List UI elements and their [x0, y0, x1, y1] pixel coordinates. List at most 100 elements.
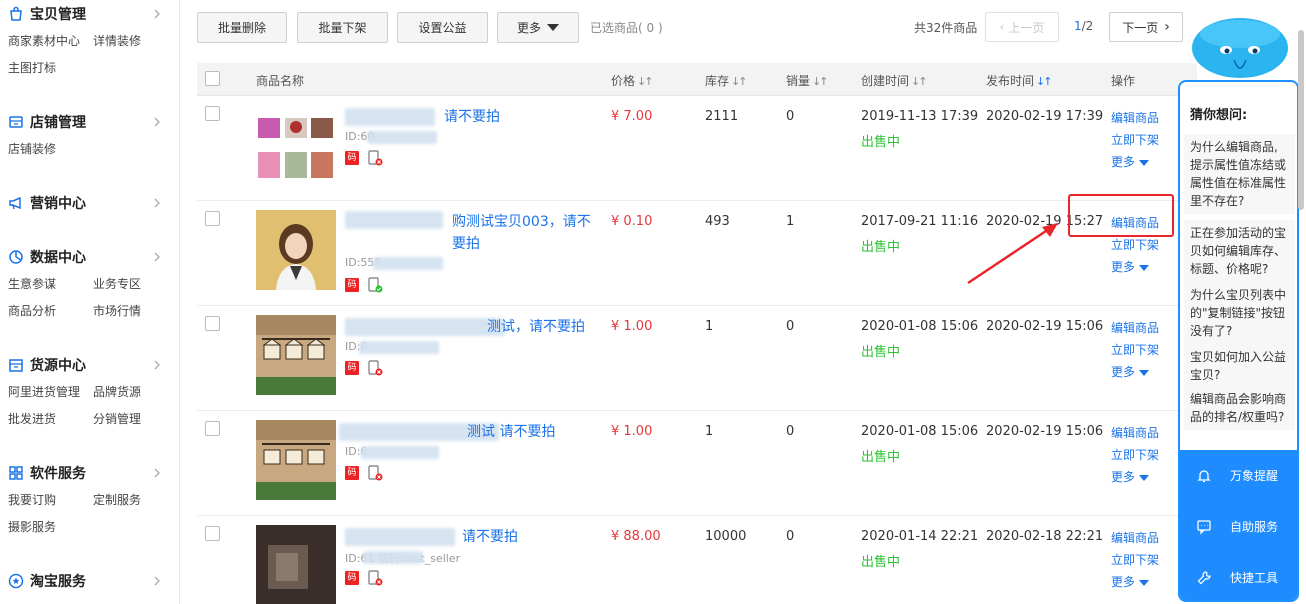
row-more-dropdown[interactable]: 更多	[1111, 573, 1150, 590]
sidebar-item-distribution[interactable]: 分销管理	[93, 406, 178, 433]
help-question[interactable]: 宝贝如何加入公益宝贝?	[1184, 344, 1295, 388]
col-published[interactable]: 发布时间 ↓↑	[986, 72, 1053, 89]
shopping-bag-icon	[8, 6, 24, 22]
row-more-dropdown[interactable]: 更多	[1111, 468, 1150, 485]
product-name-link[interactable]: 请不要拍	[462, 526, 712, 548]
status-badge: 出售中	[861, 135, 901, 150]
offshelf-link[interactable]: 立即下架	[1111, 446, 1159, 463]
sidebar-section-header[interactable]: 淘宝服务	[0, 567, 179, 595]
sidebar-section-header[interactable]: 店铺管理	[0, 108, 179, 136]
col-price-label: 价格	[611, 74, 636, 88]
edit-product-link[interactable]: 编辑商品	[1111, 424, 1159, 441]
sidebar-item-market-trend[interactable]: 市场行情	[93, 298, 178, 325]
offshelf-link[interactable]: 立即下架	[1111, 236, 1159, 253]
row-checkbox[interactable]	[205, 421, 220, 436]
row-more-dropdown[interactable]: 更多	[1111, 363, 1150, 380]
sidebar-item-brand-source[interactable]: 品牌货源	[93, 379, 178, 406]
page-scrollbar[interactable]	[1298, 30, 1304, 210]
help-question[interactable]: 编辑商品会影响商品的排名/权重吗?	[1184, 386, 1295, 430]
sidebar-section-software: 软件服务 我要订购 定制服务 摄影服务	[0, 459, 179, 541]
product-thumbnail[interactable]	[256, 210, 336, 290]
set-charity-button[interactable]: 设置公益	[397, 12, 488, 43]
batch-offshelf-button[interactable]: 批量下架	[297, 12, 388, 43]
col-stock[interactable]: 库存 ↓↑	[705, 72, 748, 89]
row-checkbox[interactable]	[205, 211, 220, 226]
self-service-button[interactable]: 自助服务	[1180, 501, 1297, 552]
edit-product-link[interactable]: 编辑商品	[1111, 319, 1159, 336]
product-name-link[interactable]: 请不要拍	[444, 106, 694, 128]
published-time: 2020-02-19 15:06	[986, 319, 1104, 334]
col-actions: 操作	[1111, 74, 1136, 88]
quick-tools-button[interactable]: 快捷工具	[1180, 552, 1297, 600]
help-question[interactable]: 为什么宝贝列表中的"复制链接"按钮没有了?	[1184, 282, 1295, 344]
sidebar-item-ali-purchase[interactable]: 阿里进货管理	[8, 379, 93, 406]
product-thumbnail[interactable]	[256, 105, 336, 185]
sidebar-section-baobei: 宝贝管理 商家素材中心 详情装修 主图打标	[0, 0, 179, 82]
published-time: 2020-02-18 22:21	[986, 529, 1104, 544]
sidebar-item-product-analysis[interactable]: 商品分析	[8, 298, 93, 325]
sidebar-item-wholesale[interactable]: 批发进货	[8, 406, 93, 433]
row-more-dropdown[interactable]: 更多	[1111, 153, 1150, 170]
sidebar-section-title: 营销中心	[30, 196, 86, 212]
sidebar-item-subscribe[interactable]: 我要订购	[8, 487, 93, 514]
product-thumbnail[interactable]	[256, 525, 336, 604]
col-price[interactable]: 价格 ↓↑	[611, 72, 654, 89]
sidebar-item-photography[interactable]: 摄影服务	[8, 514, 93, 541]
sidebar-item-main-image-tag[interactable]: 主图打标	[8, 55, 93, 82]
col-sales[interactable]: 销量 ↓↑	[786, 72, 829, 89]
product-badges: 码	[345, 570, 383, 586]
sidebar-section-header[interactable]: 货源中心	[0, 351, 179, 379]
row-more-dropdown[interactable]: 更多	[1111, 258, 1150, 275]
chat-icon	[1197, 519, 1211, 535]
product-name-link[interactable]: 购测试宝贝003，请不要拍	[452, 211, 592, 255]
help-question[interactable]: 为什么编辑商品,提示属性值冻结或 属性值在标准属性里不存在?	[1184, 134, 1295, 214]
published-time: 2020-02-19 17:39	[986, 109, 1104, 124]
sidebar-section-header[interactable]: 营销中心	[0, 189, 179, 217]
help-question[interactable]: 正在参加活动的宝贝如何编辑库存、标题、价格呢?	[1184, 220, 1295, 282]
row-checkbox[interactable]	[205, 316, 220, 331]
row-more-label: 更多	[1111, 470, 1136, 484]
code-badge: 码	[345, 278, 359, 292]
status-badge: 出售中	[861, 345, 901, 360]
offshelf-link[interactable]: 立即下架	[1111, 551, 1159, 568]
sidebar-item-business-zone[interactable]: 业务专区	[93, 271, 178, 298]
sidebar-item-store-decor[interactable]: 店铺装修	[8, 136, 93, 163]
apps-grid-icon	[8, 465, 24, 481]
sidebar-item-detail-decor[interactable]: 详情装修	[93, 28, 178, 55]
sidebar-item-business-advisor[interactable]: 生意参谋	[8, 271, 93, 298]
published-time: 2020-02-19 15:06	[986, 424, 1104, 439]
sidebar-section-title: 货源中心	[30, 358, 86, 374]
product-thumbnail[interactable]	[256, 420, 336, 500]
sidebar-section-data: 数据中心 生意参谋 业务专区 商品分析 市场行情	[0, 243, 179, 325]
row-checkbox[interactable]	[205, 526, 220, 541]
sidebar-item-material-center[interactable]: 商家素材中心	[8, 28, 93, 55]
next-page-button[interactable]: 下一页 ›	[1109, 12, 1183, 42]
assistant-mascot-icon[interactable]	[1188, 14, 1292, 84]
more-dropdown-button[interactable]: 更多	[497, 12, 579, 43]
code-badge: 码	[345, 466, 359, 480]
offshelf-link[interactable]: 立即下架	[1111, 131, 1159, 148]
edit-product-link[interactable]: 编辑商品	[1111, 529, 1159, 546]
batch-delete-button[interactable]: 批量删除	[197, 12, 287, 43]
select-all-checkbox[interactable]	[205, 71, 220, 86]
product-thumbnail[interactable]	[256, 315, 336, 395]
sidebar-section-header[interactable]: 宝贝管理	[0, 0, 179, 28]
wrench-icon	[1197, 570, 1211, 584]
reminder-label: 万象提醒	[1230, 469, 1279, 483]
sort-icon: ↓↑	[911, 75, 928, 88]
product-price: ¥ 0.10	[611, 214, 653, 229]
sidebar-item-custom-service[interactable]: 定制服务	[93, 487, 178, 514]
sidebar-section-header[interactable]: 数据中心	[0, 243, 179, 271]
reminder-button[interactable]: 万象提醒	[1180, 450, 1297, 501]
code-badge: 码	[345, 151, 359, 165]
product-name-link[interactable]: 测试 请不要拍	[467, 421, 717, 443]
mobile-error-icon	[368, 150, 383, 166]
offshelf-link[interactable]: 立即下架	[1111, 341, 1159, 358]
col-created-label: 创建时间	[861, 74, 910, 88]
col-created[interactable]: 创建时间 ↓↑	[861, 72, 928, 89]
prev-page-button[interactable]: ‹ 上一页	[985, 12, 1059, 42]
row-checkbox[interactable]	[205, 106, 220, 121]
sidebar-section-header[interactable]: 软件服务	[0, 459, 179, 487]
edit-product-link[interactable]: 编辑商品	[1111, 109, 1159, 126]
help-panel-footer: 万象提醒 自助服务 快捷工具	[1180, 450, 1297, 600]
